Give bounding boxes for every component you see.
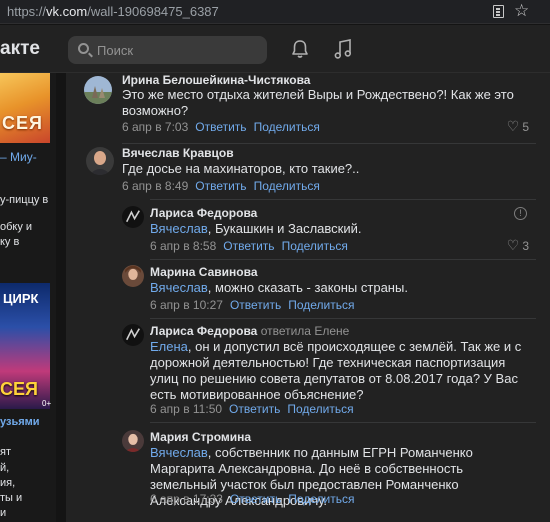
comment-divider (150, 422, 536, 423)
reply-button[interactable]: Ответить (229, 402, 280, 416)
sidebar-text-line: у-пиццу в (0, 194, 49, 206)
report-icon[interactable]: ! (514, 207, 527, 220)
promo-banner-2-text: СЕЯ (0, 379, 38, 399)
comment-author[interactable]: Вячеслав Кравцов (122, 146, 234, 160)
share-button[interactable]: Поделиться (288, 298, 354, 312)
comment-text: Это же место отдыха жителей Выры и Рожде… (122, 87, 514, 118)
comment-text: Елена, он и допустил всё происходящее с … (150, 339, 522, 402)
like-button[interactable]: ♡ 5 (507, 118, 529, 135)
comment-date[interactable]: 6 апр в 8:58 (150, 239, 216, 253)
share-button[interactable]: Поделиться (254, 179, 320, 193)
comment-author[interactable]: Марина Савинова (150, 265, 258, 279)
promo-banner-2-title: ЦИРК (3, 291, 39, 306)
comment-meta: 6 апр в 8:58 Ответить Поделиться (150, 239, 348, 253)
avatar[interactable] (122, 206, 144, 228)
bookmark-star-icon[interactable]: ☆ (514, 1, 529, 21)
sidebar-text-line: ты и (0, 492, 23, 504)
search-placeholder: Поиск (97, 43, 134, 58)
comment-author[interactable]: Ирина Белошейкина-Чистякова (122, 73, 310, 87)
comment-divider (150, 318, 536, 319)
avatar[interactable] (84, 76, 112, 104)
comment-meta: 6 апр в 8:49 Ответить Поделиться (122, 179, 320, 193)
reply-button[interactable]: Ответить (195, 120, 246, 134)
avatar[interactable] (122, 265, 144, 287)
comment-author[interactable]: Лариса Федорова (150, 206, 257, 220)
comment-reply: Лариса Федорова Вячеслав, Букашкин и Зас… (66, 199, 550, 259)
mention-link[interactable]: Елена (150, 339, 188, 354)
comments-panel: Ирина Белошейкина-Чистякова Это же место… (66, 73, 550, 522)
sidebar-text-line: и (0, 507, 7, 519)
share-button[interactable]: Поделиться (254, 120, 320, 134)
reply-button[interactable]: Ответить (195, 179, 246, 193)
sidebar-promo-link[interactable]: – Миу- (0, 150, 37, 164)
sidebar-text-line: й, (0, 462, 10, 474)
comment-text: Вячеслав, Букашкин и Заславский. (150, 221, 362, 236)
comment-date[interactable]: 6 апр в 17:33 (150, 492, 223, 506)
comment-reply: Мария Стромина Вячеслав, собственник по … (66, 422, 550, 522)
comment: Вячеслав Кравцов Где досье на махинаторо… (66, 143, 550, 198)
comment-divider (122, 143, 536, 144)
comment-divider (150, 199, 536, 200)
reply-button[interactable]: Ответить (230, 298, 281, 312)
promo-banner-1-text: СЕЯ (2, 113, 43, 133)
comment-author[interactable]: Мария Стромина (150, 430, 251, 444)
comment: Ирина Белошейкина-Чистякова Это же место… (66, 73, 550, 143)
avatar[interactable] (122, 324, 144, 346)
comment-divider (150, 259, 536, 260)
comment-reply: Марина Савинова Вячеслав, можно сказать … (66, 259, 550, 317)
share-button[interactable]: Поделиться (287, 402, 353, 416)
bell-icon[interactable] (291, 39, 309, 59)
reply-button[interactable]: Ответить (230, 492, 281, 506)
url-text[interactable]: https://vk.com/wall-190698475_6387 (7, 4, 219, 19)
comment-reply: Лариса Федорова ответила Елене Елена, он… (66, 318, 550, 422)
comment-meta: 6 апр в 10:27 Ответить Поделиться (150, 298, 355, 312)
sidebar-text-line: ят (0, 446, 11, 458)
comment-date[interactable]: 6 апр в 7:03 (122, 120, 188, 134)
like-count: 3 (522, 239, 529, 253)
promo-banner-2[interactable]: ЦИРК СЕЯ 0+ (0, 283, 52, 409)
promo-banner-1[interactable]: СЕЯ (0, 73, 50, 143)
avatar[interactable] (122, 430, 144, 452)
comment-text: Вячеслав, можно сказать - законы страны. (150, 280, 408, 295)
like-count: 5 (522, 120, 529, 134)
mention-link[interactable]: Вячеслав (150, 445, 208, 460)
comment-author[interactable]: Лариса Федорова ответила Елене (150, 324, 349, 338)
age-rating-badge: 0+ (42, 399, 52, 408)
reply-button[interactable]: Ответить (223, 239, 274, 253)
comment-meta: 6 апр в 11:50 Ответить Поделиться (150, 402, 354, 416)
comment-date[interactable]: 6 апр в 8:49 (122, 179, 188, 193)
comment-date[interactable]: 6 апр в 10:27 (150, 298, 223, 312)
sidebar-text-line: обку и (0, 221, 33, 233)
mention-link[interactable]: Вячеслав (150, 280, 208, 295)
heart-icon: ♡ (506, 237, 520, 253)
brand-logo-text[interactable]: акте (0, 38, 40, 60)
comment-meta: 6 апр в 7:03 Ответить Поделиться (122, 120, 320, 134)
mention-link[interactable]: Вячеслав (150, 221, 208, 236)
search-icon (78, 43, 89, 54)
comment-date[interactable]: 6 апр в 11:50 (150, 402, 222, 416)
share-button[interactable]: Поделиться (288, 492, 354, 506)
music-note-icon[interactable] (333, 38, 353, 60)
reader-mode-icon[interactable] (493, 5, 504, 18)
left-sidebar: СЕЯ – Миу- у-пиццу в обку и ку в ЦИРК СЕ… (0, 73, 56, 522)
like-button[interactable]: ♡ 3 (507, 237, 529, 254)
comment-meta: 6 апр в 17:33 Ответить Поделиться (150, 492, 355, 506)
browser-address-bar[interactable]: https://vk.com/wall-190698475_6387 ☆ (0, 0, 550, 24)
avatar[interactable] (86, 147, 114, 175)
share-button[interactable]: Поделиться (282, 239, 348, 253)
search-box[interactable]: Поиск (68, 36, 267, 64)
reply-to-label[interactable]: ответила Елене (261, 324, 350, 338)
comment-text: Где досье на махинаторов, кто такие?.. (122, 161, 360, 176)
sidebar-friends-link[interactable]: узьями (0, 416, 40, 428)
sidebar-text-line: ку в (0, 236, 20, 248)
site-header: акте Поиск (0, 25, 550, 73)
sidebar-text-line: ия, (0, 477, 16, 489)
heart-icon: ♡ (506, 118, 520, 134)
